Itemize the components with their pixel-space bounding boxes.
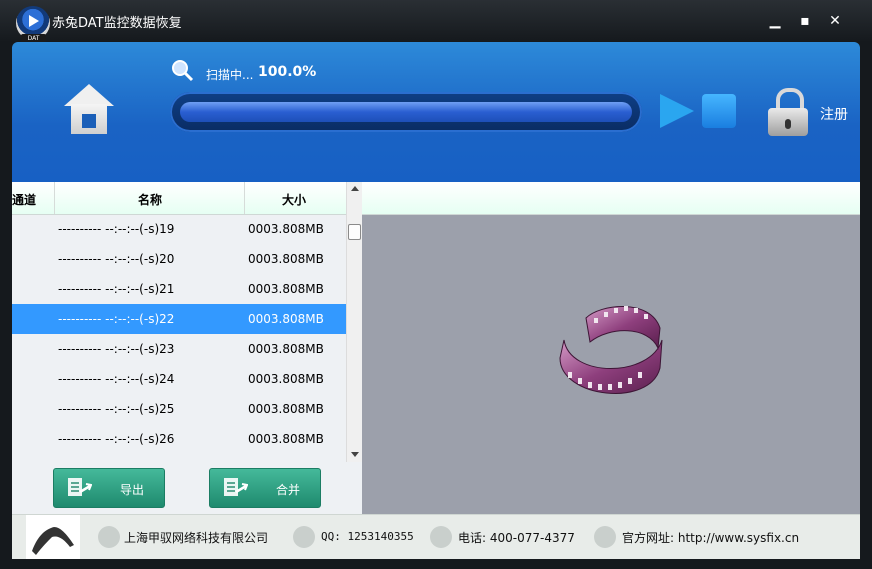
film-reel-icon — [559, 305, 663, 394]
row-name: ---------- --:--:--(-s)20 — [58, 252, 175, 266]
maximize-button[interactable]: ▪ — [796, 12, 814, 30]
table-row[interactable]: ---------- --:--:--(-s)19 0003.808MB — [12, 214, 346, 244]
website-link[interactable]: 官方网址: http://www.sysfix.cn — [622, 529, 799, 546]
row-name: ---------- --:--:--(-s)26 — [58, 432, 175, 446]
table-row[interactable]: ---------- --:--:--(-s)20 0003.808MB — [12, 244, 346, 274]
preview-panel — [362, 182, 860, 514]
scan-status-label: 扫描中... — [206, 68, 254, 82]
table-header: 通道 名称 大小 — [12, 182, 346, 215]
scroll-down-icon[interactable] — [351, 452, 359, 457]
column-header-name[interactable]: 名称 — [138, 191, 162, 208]
merge-button-label: 合并 — [276, 483, 301, 497]
home-button[interactable] — [64, 84, 114, 140]
phone-icon — [430, 526, 452, 548]
phone-number: 电话: 400-077-4377 — [458, 531, 575, 545]
scroll-up-icon[interactable] — [351, 186, 359, 191]
export-button[interactable]: 导出 — [53, 468, 165, 508]
column-header-channel[interactable]: 通道 — [12, 191, 36, 208]
preview-header — [362, 182, 860, 215]
export-button-label: 导出 — [120, 483, 145, 497]
scroll-thumb[interactable] — [348, 224, 361, 240]
footer-bar: 上海甲驭网络科技有限公司 QQ: 1253140355 电话: 400-077-… — [12, 514, 860, 559]
row-name: ---------- --:--:--(-s)25 — [58, 402, 175, 416]
minimize-button[interactable]: ▁ — [766, 12, 784, 30]
file-table-body: ---------- --:--:--(-s)19 0003.808MB -----… — [12, 214, 346, 454]
lock-icon[interactable] — [768, 88, 808, 138]
row-size: 0003.808MB — [248, 252, 324, 266]
table-row[interactable]: ---------- --:--:--(-s)23 0003.808MB — [12, 334, 346, 364]
file-list-panel: 通道 名称 大小 ---------- --:--:--(-s)19 0003.8… — [12, 182, 362, 514]
row-name: ---------- --:--:--(-s)24 — [58, 372, 175, 386]
row-size: 0003.808MB — [248, 432, 324, 446]
website-icon — [594, 526, 616, 548]
row-name: ---------- --:--:--(-s)22 — [58, 312, 175, 326]
export-icon — [68, 478, 92, 496]
row-name: ---------- --:--:--(-s)21 — [58, 282, 175, 296]
play-button[interactable] — [660, 94, 694, 128]
home-icon — [64, 84, 114, 106]
table-row[interactable]: ---------- --:--:--(-s)24 0003.808MB — [12, 364, 346, 394]
table-row[interactable]: ---------- --:--:--(-s)21 0003.808MB — [12, 274, 346, 304]
column-header-size[interactable]: 大小 — [282, 191, 306, 208]
row-size: 0003.808MB — [248, 222, 324, 236]
row-size: 0003.808MB — [248, 282, 324, 296]
header-bar: 扫描中... 100.0% 注册 — [12, 42, 860, 182]
stop-button[interactable] — [702, 94, 736, 128]
company-icon — [98, 526, 120, 548]
row-size: 0003.808MB — [248, 312, 324, 326]
qq-number: QQ: 1253140355 — [321, 530, 414, 543]
row-size: 0003.808MB — [248, 372, 324, 386]
title-bar[interactable]: DAT 赤兔DAT监控数据恢复 ▁ ▪ ✕ — [0, 0, 872, 43]
search-icon — [172, 60, 194, 82]
register-link[interactable]: 注册 — [820, 104, 848, 124]
scan-progress-bar — [170, 92, 642, 132]
scan-progress-fill — [180, 102, 632, 122]
table-row[interactable]: ---------- --:--:--(-s)22 0003.808MB — [12, 304, 346, 334]
table-row[interactable]: ---------- --:--:--(-s)26 0003.808MB — [12, 424, 346, 454]
company-logo-icon — [26, 515, 80, 559]
window-title: 赤兔DAT监控数据恢复 — [52, 16, 182, 31]
table-scrollbar[interactable] — [346, 182, 362, 462]
qq-icon — [293, 526, 315, 548]
app-logo-icon: DAT — [16, 6, 50, 43]
row-name: ---------- --:--:--(-s)19 — [58, 222, 175, 236]
merge-button[interactable]: 合并 — [209, 468, 321, 508]
row-size: 0003.808MB — [248, 342, 324, 356]
close-button[interactable]: ✕ — [826, 12, 844, 30]
row-name: ---------- --:--:--(-s)23 — [58, 342, 175, 356]
merge-icon — [224, 478, 248, 496]
app-window: DAT 赤兔DAT监控数据恢复 ▁ ▪ ✕ 扫描中... 100.0% 注册 通… — [0, 0, 872, 569]
table-row[interactable]: ---------- --:--:--(-s)25 0003.808MB — [12, 394, 346, 424]
row-size: 0003.808MB — [248, 402, 324, 416]
company-name: 上海甲驭网络科技有限公司 — [124, 531, 269, 545]
scan-progress-percent: 100.0% — [258, 64, 317, 80]
